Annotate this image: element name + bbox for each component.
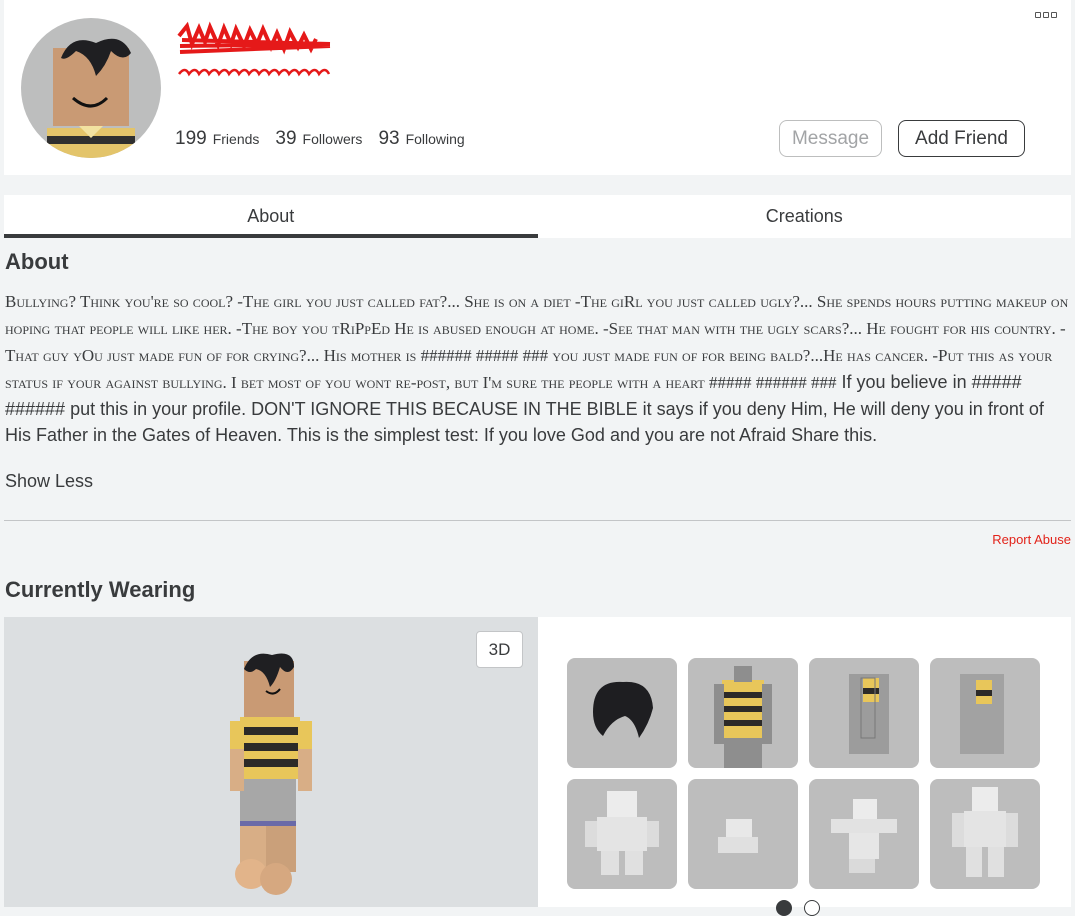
profile-stats: 199 Friends 39 Followers 93 Following [175, 128, 465, 150]
followers-stat[interactable]: 39 Followers [275, 128, 362, 150]
following-label: Following [405, 131, 465, 147]
climb-animation-item[interactable] [688, 779, 798, 889]
left-arm-item[interactable] [809, 658, 919, 768]
shirt-item[interactable] [688, 658, 798, 768]
avatar-figure [230, 653, 312, 895]
more-options-icon[interactable] [1035, 12, 1057, 18]
about-heading: About [5, 249, 69, 274]
followers-label: Followers [302, 131, 363, 147]
avatar-preview: 3D [4, 617, 538, 907]
idle-animation-item[interactable] [930, 779, 1040, 889]
right-arm-item[interactable] [930, 658, 1040, 768]
friends-stat[interactable]: 199 Friends [175, 128, 259, 150]
hair-item[interactable] [567, 658, 677, 768]
page-dot-1[interactable] [776, 900, 792, 916]
tab-about[interactable]: About [4, 195, 538, 238]
profile-header: 199 Friends 39 Followers 93 Following Me… [4, 0, 1071, 175]
items-pager [776, 900, 820, 916]
currently-wearing-heading: Currently Wearing [5, 577, 196, 602]
report-abuse-link[interactable]: Report Abuse [992, 532, 1071, 547]
friends-label: Friends [212, 131, 260, 147]
divider [4, 520, 1071, 521]
friends-count: 199 [175, 128, 207, 149]
tab-creations[interactable]: Creations [538, 195, 1072, 238]
following-stat[interactable]: 93 Following [378, 128, 464, 150]
show-less-link[interactable]: Show Less [5, 471, 93, 492]
message-button[interactable]: Message [779, 120, 882, 157]
about-description: Bullying? Think you're so cool? -The gir… [5, 288, 1071, 448]
jump-animation-item[interactable] [809, 779, 919, 889]
add-friend-button[interactable]: Add Friend [898, 120, 1025, 157]
animation-pack-item[interactable] [567, 779, 677, 889]
page-dot-2[interactable] [804, 900, 820, 916]
wearing-items-panel [538, 617, 1071, 907]
following-count: 93 [378, 128, 400, 149]
profile-tabs: About Creations [4, 195, 1071, 238]
redacted-username [177, 21, 331, 77]
toggle-3d-button[interactable]: 3D [476, 631, 523, 668]
avatar [21, 18, 161, 158]
followers-count: 39 [275, 128, 297, 149]
